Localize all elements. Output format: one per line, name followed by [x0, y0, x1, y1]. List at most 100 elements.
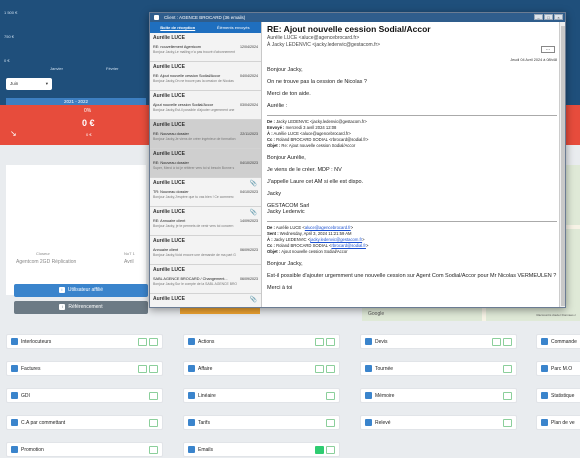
message-list[interactable]: Boîte de réception Éléments envoyés Auré… — [150, 22, 262, 307]
reading-scrollbar[interactable] — [559, 22, 565, 307]
message-item[interactable]: Aurélie LUCE RE: Nouveau dossier 04/10/202… — [150, 149, 261, 178]
module-icon — [541, 392, 548, 399]
maximize-icon[interactable]: □ — [544, 14, 553, 20]
message-item-subject: RE: Ajout nouvelle cession Sodial/Accor — [153, 74, 221, 78]
module-icon — [365, 338, 372, 345]
settings-icon[interactable] — [326, 338, 335, 346]
chevron-down-icon: ▾ — [45, 81, 48, 86]
body-line: Est-il possible d'ajouter urgemment une … — [267, 273, 557, 279]
message-item[interactable]: Aurélie LUCE RE: Ajout nouvelle cession S… — [150, 62, 261, 91]
settings-icon[interactable] — [326, 446, 335, 454]
module-actions — [503, 365, 512, 373]
module-icon — [365, 365, 372, 372]
settings-icon[interactable] — [149, 338, 158, 346]
settings-icon[interactable] — [326, 365, 335, 373]
message-item[interactable]: Aurélie LUCE Ajout nouvelle cession Sodia… — [150, 91, 261, 120]
minimize-icon[interactable]: – — [534, 14, 543, 20]
settings-icon[interactable] — [503, 392, 512, 400]
module-tile[interactable]: Parc M.O — [536, 361, 580, 376]
message-preview: Bonjour Jacky,Est-il possible d'ajouter … — [153, 108, 235, 112]
settings-icon[interactable] — [326, 392, 335, 400]
module-icon — [188, 392, 195, 399]
module-tile[interactable]: Commande — [536, 334, 580, 349]
email-window[interactable]: Client : AGENCE BROCARD (36 emails) – □ … — [149, 12, 566, 308]
module-tile[interactable]: Emails — [183, 442, 340, 457]
map-footer[interactable]: Raccourcis clavier Données c — [536, 313, 576, 317]
module-label: Linéaire — [198, 392, 216, 399]
body-line: Je viens de le créer. MDP : NV — [267, 167, 342, 173]
module-tile[interactable]: Relevé — [360, 415, 517, 430]
view-icon[interactable] — [315, 365, 324, 373]
view-icon[interactable] — [492, 338, 501, 346]
body-line: J'appelle Laure cet AM si elle est dispo… — [267, 179, 364, 185]
stat-value: Avril — [124, 259, 134, 265]
settings-icon[interactable] — [503, 338, 512, 346]
module-tile[interactable]: Plan de ve — [536, 415, 580, 430]
revenue-amount: 0 € — [82, 118, 95, 128]
window-titlebar[interactable]: Client : AGENCE BROCARD (36 emails) – □ … — [150, 13, 565, 22]
referencing-button[interactable]: i Référencement — [14, 301, 148, 314]
tab-inbox[interactable]: Boîte de réception — [150, 22, 206, 33]
view-icon[interactable] — [138, 365, 147, 373]
stat-label: Closeur — [36, 251, 50, 256]
module-tile[interactable]: Tarifs — [183, 415, 340, 430]
settings-icon[interactable] — [149, 446, 158, 454]
module-label: Interlocuteurs — [21, 338, 52, 345]
stat-value: Agentcom 2GD Réplication — [16, 259, 77, 265]
module-tile[interactable]: Linéaire — [183, 388, 340, 403]
message-item[interactable]: Aurélie LUCE RE: nouvellement Agentcom 12/… — [150, 33, 261, 62]
module-tile[interactable]: Tournée — [360, 361, 517, 376]
view-icon[interactable] — [138, 338, 147, 346]
quoted-header: De : Aurélie LUCE <aluce@agencebrocard.f… — [267, 225, 557, 255]
email-link[interactable]: aluce@agencebrocard.fr — [305, 225, 351, 230]
message-item[interactable]: Aurélie LUCE TR: Nouveau dossier 04/10/202… — [150, 178, 261, 207]
settings-icon[interactable] — [326, 419, 335, 427]
message-item[interactable]: Aurélie LUCE SABL AGENCE BROCARD / Change… — [150, 265, 261, 294]
message-item-date: 12/04/2024 — [240, 45, 258, 49]
settings-icon[interactable] — [149, 365, 158, 373]
module-tile[interactable]: Mémoire — [360, 388, 517, 403]
message-item[interactable]: Aurélie LUCE RE: Nouveau dossier 22/11/202… — [150, 120, 261, 149]
message-sender: Aurélie LUCE — [153, 122, 185, 128]
module-tile[interactable]: Interlocuteurs — [6, 334, 163, 349]
view-icon[interactable] — [315, 446, 324, 454]
body-line: Bonjour Jacky, — [267, 261, 303, 267]
email-link[interactable]: rbrocard@sodial.fr — [331, 243, 366, 248]
module-tile[interactable]: C.A par commettant — [6, 415, 163, 430]
message-item[interactable]: Aurélie LUCE RE: Annuaire client 14/09/202… — [150, 207, 261, 236]
module-actions — [315, 365, 335, 373]
period-select[interactable]: Juin ▾ — [6, 78, 52, 90]
message-items: Aurélie LUCE RE: nouvellement Agentcom 12/… — [150, 33, 261, 307]
module-tile[interactable]: Devis — [360, 334, 517, 349]
module-tile[interactable]: Statistique — [536, 388, 580, 403]
close-icon[interactable]: × — [554, 14, 563, 20]
app-icon — [154, 15, 159, 20]
tab-sent[interactable]: Éléments envoyés — [206, 22, 262, 33]
chart-axis-label: 750 € — [4, 34, 15, 39]
settings-icon[interactable] — [503, 419, 512, 427]
settings-icon[interactable] — [503, 365, 512, 373]
message-sender: Aurélie LUCE — [153, 64, 185, 70]
email-link[interactable]: jacky.ledenvic@gestacom.fr — [310, 237, 362, 242]
module-tile[interactable]: GDI — [6, 388, 163, 403]
message-subject: RE: Ajout nouvelle cession Sodial/Accor — [267, 24, 431, 34]
module-tile[interactable]: Affaire — [183, 361, 340, 376]
scrollbar-thumb[interactable] — [561, 26, 565, 306]
message-sender: Aurélie LUCE — [153, 209, 185, 215]
more-options-button[interactable]: ... — [541, 46, 555, 53]
message-item-date: 04/10/2023 — [240, 161, 258, 165]
settings-icon[interactable] — [149, 392, 158, 400]
settings-icon[interactable] — [149, 419, 158, 427]
reading-pane: RE: Ajout nouvelle cession Sodial/Accor … — [263, 22, 559, 307]
quote-separator — [267, 221, 557, 222]
module-icon — [541, 365, 548, 372]
module-label: Plan de ve — [551, 419, 575, 426]
module-tile[interactable]: Actions — [183, 334, 340, 349]
affiliated-user-button[interactable]: i Utilisateur affilié — [14, 284, 148, 297]
module-tile[interactable]: Factures — [6, 361, 163, 376]
message-item[interactable]: Aurélie LUCE 📎 — [150, 294, 261, 307]
message-preview: Bonjour Jacky,Sur le compte de la SABL A… — [153, 282, 238, 286]
message-item[interactable]: Aurélie LUCE Annuaire client 06/09/2023 Bon… — [150, 236, 261, 265]
view-icon[interactable] — [315, 338, 324, 346]
module-tile[interactable]: Promotion — [6, 442, 163, 457]
